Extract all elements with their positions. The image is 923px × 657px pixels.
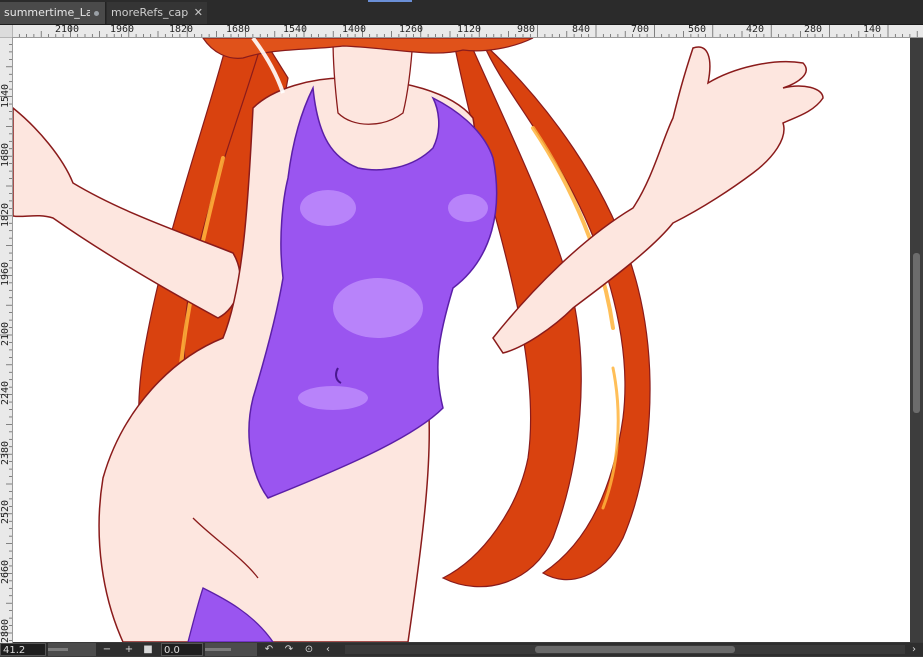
rotation-slider-fill — [205, 648, 231, 651]
ruler-label: 840 — [572, 25, 591, 35]
close-tab-icon[interactable]: ✕ — [194, 2, 203, 24]
ruler-label: 2800 — [0, 618, 11, 643]
zoom-slider[interactable] — [48, 643, 96, 656]
rotate-left-icon[interactable]: ↶ — [262, 643, 276, 656]
artwork-illustration — [13, 38, 824, 642]
horizontal-scroll-thumb[interactable] — [535, 646, 735, 653]
ruler-label: 1820 — [0, 202, 11, 227]
rotate-right-icon[interactable]: ↷ — [282, 643, 296, 656]
ruler-label: 1540 — [283, 25, 308, 35]
ruler-label: 280 — [804, 25, 823, 35]
scroll-left-icon[interactable]: ‹ — [322, 643, 334, 656]
scroll-right-icon[interactable]: › — [908, 643, 920, 656]
ruler-label: 1960 — [110, 25, 135, 35]
zoom-out-button[interactable]: − — [100, 643, 114, 656]
vertical-scrollbar[interactable] — [910, 38, 923, 642]
rotation-angle-field[interactable]: 0.0 — [161, 643, 203, 656]
rotation-slider[interactable] — [205, 643, 257, 656]
ruler-label: 1820 — [169, 25, 194, 35]
ruler-label: 2380 — [0, 440, 11, 465]
fit-screen-icon[interactable]: ■ — [142, 643, 154, 656]
tab-label: summertime_Late* — [4, 6, 90, 19]
tab-summertime-late[interactable]: summertime_Late* — [0, 2, 106, 24]
ruler-label: 2660 — [0, 559, 11, 584]
tab-label: moreRefs_capEx — [111, 6, 189, 19]
ruler-label: 1540 — [0, 83, 11, 108]
horizontal-ruler[interactable]: 2100 1960 1820 1680 1540 1400 1260 1120 … — [12, 25, 923, 38]
ruler-corner — [0, 25, 12, 37]
ruler-label: 1400 — [342, 25, 367, 35]
zoom-field[interactable]: 41.2 — [0, 643, 46, 656]
ruler-label: 980 — [517, 25, 536, 35]
ruler-label: 420 — [746, 25, 765, 35]
zoom-slider-fill — [48, 648, 68, 651]
ruler-label: 700 — [631, 25, 650, 35]
right-arm — [492, 46, 824, 354]
ruler-label: 1120 — [457, 25, 482, 35]
ruler-label: 560 — [688, 25, 707, 35]
drawing-canvas[interactable] — [13, 38, 910, 642]
vertical-ruler[interactable]: 1540 1680 1820 1960 2100 2240 2380 2520 … — [0, 37, 13, 643]
tab-morerefs-capex[interactable]: moreRefs_capEx ✕ — [107, 2, 207, 24]
ruler-label: 140 — [863, 25, 882, 35]
document-tab-bar: summertime_Late* moreRefs_capEx ✕ — [0, 0, 923, 25]
status-bar: 41.2 − + ■ 0.0 ↶ ↷ ⊙ ‹ › — [0, 643, 923, 656]
ruler-label: 2240 — [0, 380, 11, 405]
ruler-label: 1960 — [0, 261, 11, 286]
ruler-label: 2520 — [0, 499, 11, 524]
unsaved-dot-icon — [94, 11, 99, 16]
ruler-label: 2100 — [0, 321, 11, 346]
ruler-label: 2100 — [55, 25, 80, 35]
horizontal-scrollbar[interactable] — [345, 645, 905, 654]
vertical-scroll-thumb[interactable] — [913, 253, 920, 413]
ruler-label: 1680 — [0, 142, 11, 167]
tab-bar-accent — [368, 0, 412, 2]
zoom-in-button[interactable]: + — [122, 643, 136, 656]
ruler-label: 1260 — [399, 25, 424, 35]
reset-rotation-icon[interactable]: ⊙ — [302, 643, 316, 656]
ruler-label: 1680 — [226, 25, 251, 35]
